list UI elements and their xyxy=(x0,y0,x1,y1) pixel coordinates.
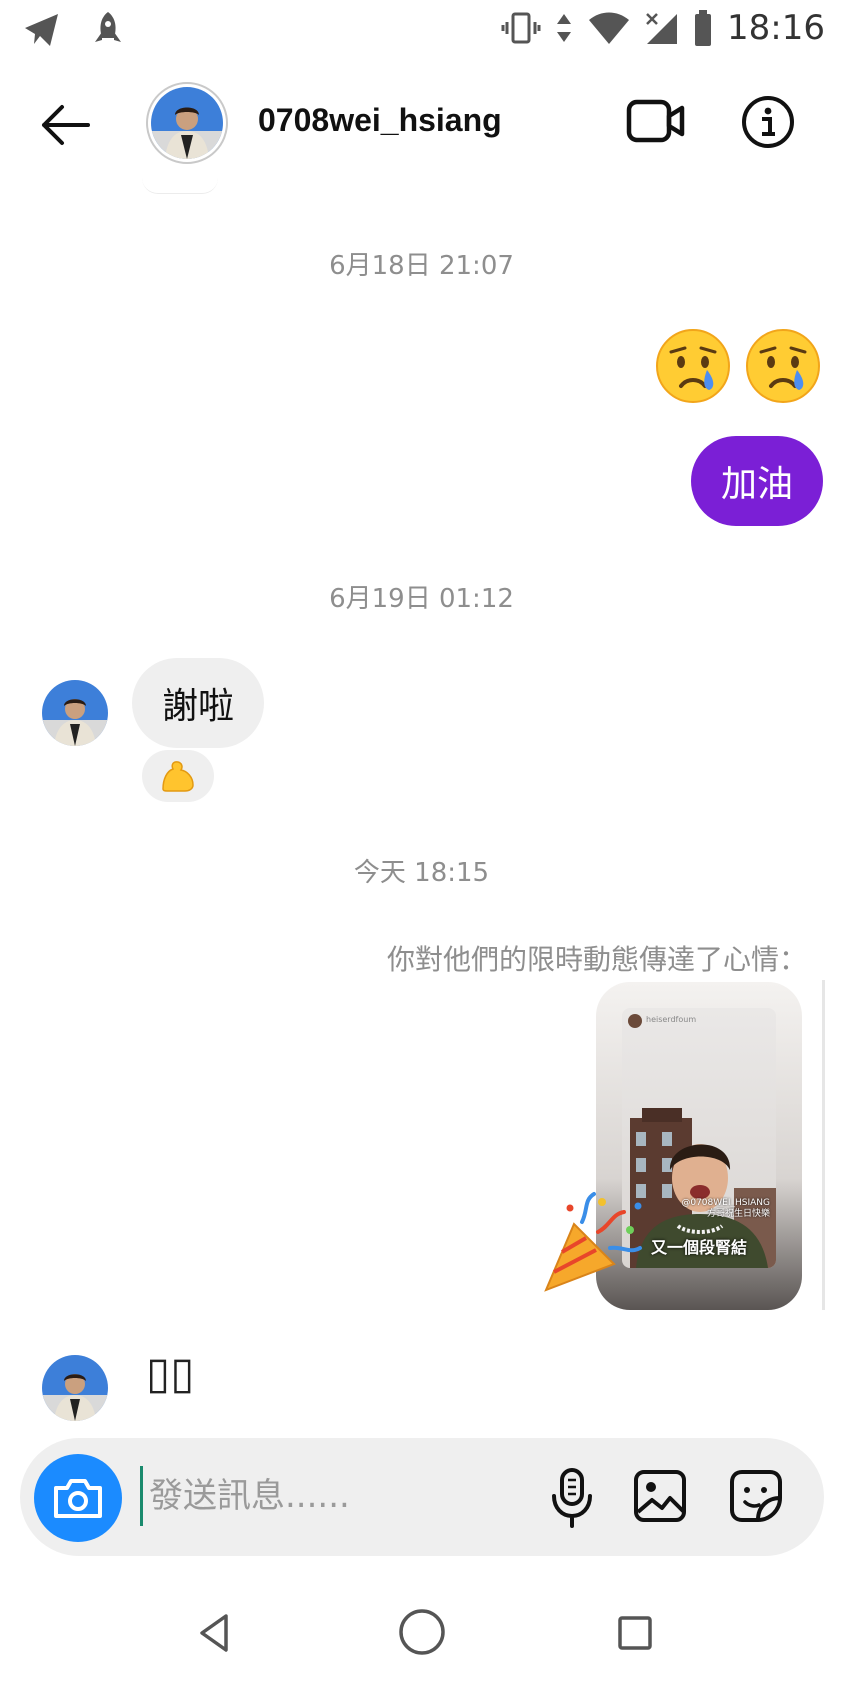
chat-header: 0708wei_hsiang xyxy=(0,70,843,180)
avatar[interactable] xyxy=(42,1355,108,1421)
vibrate-icon xyxy=(501,12,541,44)
back-arrow-icon[interactable] xyxy=(36,100,96,150)
sent-message-bubble[interactable]: 加油 xyxy=(690,436,823,526)
avatar xyxy=(151,87,223,159)
status-right-icons: 18:16 xyxy=(501,8,825,48)
battery-icon xyxy=(695,10,712,46)
rocket-icon xyxy=(95,12,121,42)
wifi-icon xyxy=(589,12,630,44)
timestamp: 6月19日 01:12 xyxy=(329,584,514,614)
nav-back-icon[interactable] xyxy=(190,1608,240,1658)
telegram-icon xyxy=(25,14,58,46)
story-tag: @0708WEI_HSIANG 方哥祝生日快樂 xyxy=(681,1198,770,1220)
gallery-icon[interactable] xyxy=(632,1468,688,1524)
camera-button[interactable] xyxy=(34,1454,122,1542)
timestamp: 今天 18:15 xyxy=(353,858,490,888)
microphone-icon[interactable] xyxy=(542,1466,602,1530)
story-tag-line-1: @0708WEI_HSIANG xyxy=(681,1198,770,1208)
received-message-bubble[interactable]: 謝啦 xyxy=(132,658,265,748)
status-bar: 18:16 xyxy=(0,0,843,60)
story-tag-line-2: 方哥祝生日快樂 xyxy=(706,1209,770,1219)
party-popper-icon xyxy=(544,1192,642,1292)
video-call-icon[interactable] xyxy=(626,96,686,146)
message-composer xyxy=(20,1438,824,1556)
nav-home-icon[interactable] xyxy=(396,1606,448,1658)
scrollbar[interactable] xyxy=(822,980,825,1310)
avatar[interactable] xyxy=(42,680,108,746)
camera-icon xyxy=(54,1479,102,1518)
no-signal-icon xyxy=(646,13,678,44)
previous-message-edge xyxy=(142,178,218,194)
info-icon[interactable] xyxy=(740,94,796,150)
received-unrenderable-message[interactable]: ▯▯ xyxy=(146,1348,194,1399)
chat-username[interactable]: 0708wei_hsiang xyxy=(258,102,502,139)
system-navigation-bar xyxy=(0,1590,843,1686)
crying-face-icon xyxy=(746,329,820,403)
crying-face-icon xyxy=(656,329,730,403)
status-time: 18:16 xyxy=(727,8,825,48)
sent-emoji-message[interactable] xyxy=(653,326,823,406)
sticker-icon[interactable] xyxy=(728,1468,784,1524)
status-left-icons xyxy=(22,10,126,50)
header-avatar[interactable] xyxy=(146,82,228,164)
flexed-biceps-icon xyxy=(162,761,194,792)
message-reaction[interactable] xyxy=(142,750,214,802)
story-reaction-caption: 你對他們的限時動態傳達了心情： xyxy=(386,943,807,976)
data-arrows-icon xyxy=(557,14,572,42)
timestamp: 6月18日 21:07 xyxy=(329,251,514,281)
nav-recent-apps-icon[interactable] xyxy=(612,1610,658,1656)
message-input[interactable] xyxy=(140,1466,540,1526)
